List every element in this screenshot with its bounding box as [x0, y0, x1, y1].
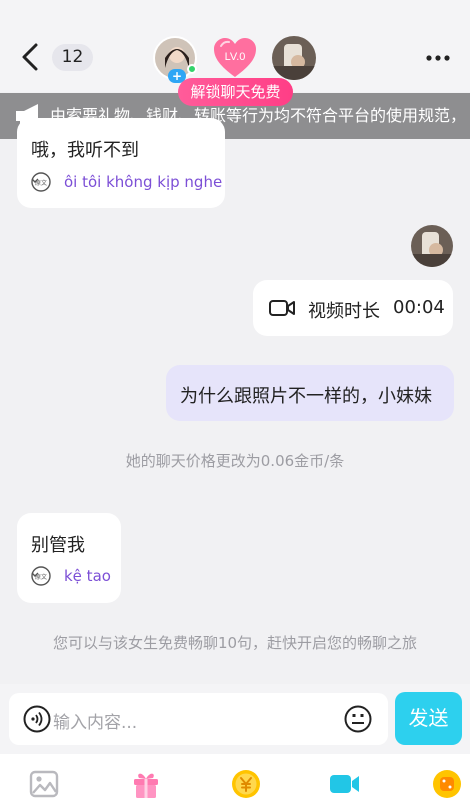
online-status-dot	[187, 64, 197, 74]
system-message: 她的聊天价格更改为0.06金币/条	[125, 452, 345, 470]
level-text: LV.0	[225, 51, 246, 63]
video-camera-icon	[269, 300, 295, 316]
emoji-icon[interactable]	[344, 705, 372, 733]
bottom-toolbar	[0, 754, 470, 811]
translate-icon[interactable]: 原文	[30, 171, 52, 193]
more-icon[interactable]	[426, 55, 450, 61]
message-bubble-received	[17, 513, 121, 603]
video-duration-value: 00:04	[393, 297, 445, 318]
back-chevron-icon[interactable]	[18, 42, 44, 72]
translation-text: ôi tôi không kịp nghe	[64, 173, 223, 191]
gift-icon[interactable]	[130, 768, 162, 800]
heart-level-icon[interactable]: LV.0	[212, 36, 258, 80]
message-text: 哦，我听不到	[31, 140, 139, 161]
message-composer: 输入内容... 发送	[0, 684, 470, 754]
free-chat-hint: 您可以与该女生免费畅聊10句，赶快开启您的畅聊之旅	[52, 634, 418, 652]
unread-count-badge[interactable]: 12	[52, 44, 93, 71]
my-avatar[interactable]	[272, 36, 316, 80]
translation-text: kệ tao	[64, 567, 111, 585]
input-placeholder: 输入内容...	[53, 713, 138, 733]
voice-icon[interactable]	[23, 705, 51, 733]
svg-text:原文: 原文	[35, 573, 47, 581]
svg-text:原文: 原文	[35, 179, 47, 187]
unlock-free-chat-button[interactable]: 解锁聊天免费	[178, 78, 293, 106]
message-bubble-received	[17, 118, 225, 208]
message-input[interactable]: 输入内容...	[9, 693, 388, 745]
video-call-icon[interactable]	[328, 768, 360, 800]
sender-avatar[interactable]	[411, 225, 453, 267]
game-icon[interactable]	[431, 768, 463, 800]
translate-icon[interactable]: 原文	[30, 565, 52, 587]
video-duration-label: 视频时长	[308, 301, 380, 322]
message-text: 为什么跟照片不一样的，小妹妹	[180, 386, 432, 407]
image-icon[interactable]	[28, 768, 60, 800]
message-text: 别管我	[31, 535, 85, 556]
send-button[interactable]: 发送	[395, 692, 462, 745]
coin-icon[interactable]	[230, 768, 262, 800]
